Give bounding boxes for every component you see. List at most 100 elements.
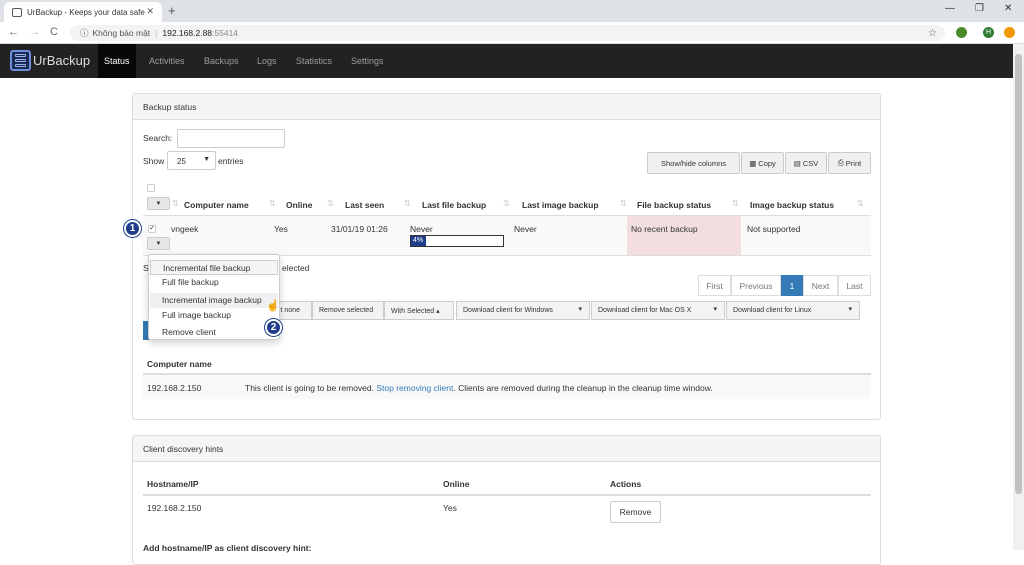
restore-icon[interactable]: ❐: [975, 3, 984, 14]
row-checkbox[interactable]: ✓: [148, 225, 156, 233]
row-actions-dropdown[interactable]: ▼: [147, 237, 170, 250]
print-button[interactable]: ⎙ Print: [828, 152, 871, 174]
copy-label: Copy: [758, 158, 776, 168]
col-computer-name[interactable]: Computer name: [184, 200, 249, 210]
search-input[interactable]: [177, 129, 285, 148]
sort-icon[interactable]: ⇅: [732, 199, 739, 208]
discovery-online: Yes: [443, 503, 457, 513]
show-hide-columns-button[interactable]: Show/hide columns: [647, 152, 740, 174]
download-windows-label: Download client for Windows: [463, 307, 553, 314]
url-field[interactable]: ⓘ Không bảo mật | 192.168.2.88 :55414 ☆: [70, 25, 945, 41]
pagination-last[interactable]: Last: [838, 275, 871, 296]
show-label: Show: [143, 156, 165, 166]
remove-hint-button[interactable]: Remove: [610, 501, 661, 523]
info-icon: ⓘ: [80, 28, 89, 38]
col-online[interactable]: Online: [286, 200, 312, 210]
download-macos-button[interactable]: Download client for Mac OS X ▾: [591, 301, 725, 320]
sort-icon[interactable]: ⇅: [327, 199, 334, 208]
col-last-seen[interactable]: Last seen: [345, 200, 384, 210]
select-all-checkbox[interactable]: [147, 184, 155, 192]
download-windows-button[interactable]: Download client for Windows ▾: [456, 301, 590, 320]
col-last-image-backup[interactable]: Last image backup: [522, 200, 599, 210]
copy-button[interactable]: ▦ Copy: [741, 152, 784, 174]
chevron-down-icon: ▼: [203, 156, 210, 163]
minimize-icon[interactable]: —: [945, 3, 955, 14]
header-actions-dropdown[interactable]: ▼: [147, 197, 170, 210]
menu-incremental-file-backup[interactable]: Incremental file backup: [150, 260, 278, 275]
profile-avatar[interactable]: H: [983, 27, 994, 38]
scrollbar-thumb[interactable]: [1015, 54, 1022, 494]
extension-icon[interactable]: [956, 27, 967, 38]
csv-button[interactable]: ▤ CSV: [785, 152, 827, 174]
sort-icon[interactable]: ⇅: [404, 199, 411, 208]
row-last-image-backup: Never: [514, 224, 537, 234]
bookmark-star-icon[interactable]: ☆: [928, 28, 937, 39]
row-last-seen: 31/01/19 01:26: [331, 224, 388, 234]
sort-icon[interactable]: ⇅: [620, 199, 627, 208]
table-row: [143, 216, 871, 255]
download-linux-label: Download client for Linux: [733, 307, 812, 314]
copy-icon: ▦: [749, 158, 757, 168]
remove-selected-button[interactable]: Remove selected: [312, 301, 384, 320]
csv-label: CSV: [802, 158, 819, 168]
caret-down-icon: ▾: [713, 306, 717, 313]
nav-settings[interactable]: Settings: [345, 44, 390, 78]
back-icon[interactable]: ←: [8, 26, 19, 38]
progress-fill: 4%: [411, 236, 426, 246]
col-file-backup-status[interactable]: File backup status: [637, 200, 711, 210]
browser-tabbar: UrBackup - Keeps your data safe ✕ + — ❐ …: [0, 0, 1024, 22]
nav-status[interactable]: Status: [98, 44, 136, 78]
reload-icon[interactable]: C: [50, 26, 58, 38]
print-label: Print: [845, 158, 862, 168]
download-linux-button[interactable]: Download client for Linux ▾: [726, 301, 860, 320]
sort-icon[interactable]: ⇅: [857, 199, 864, 208]
sort-icon[interactable]: ⇅: [269, 199, 276, 208]
nav-activities[interactable]: Activities: [143, 44, 191, 78]
caret-down-icon: ▼: [155, 240, 162, 247]
pagination-first[interactable]: First: [698, 275, 731, 296]
entries-select[interactable]: 25 ▼: [167, 151, 216, 170]
new-tab-icon[interactable]: +: [168, 3, 176, 18]
browser-tab[interactable]: UrBackup - Keeps your data safe ✕: [4, 2, 162, 22]
close-window-icon[interactable]: ✕: [1004, 3, 1012, 14]
nav-backups[interactable]: Backups: [198, 44, 245, 78]
status-cell-danger: [627, 216, 741, 255]
menu-full-file-backup[interactable]: Full file backup: [162, 277, 219, 287]
nav-statistics[interactable]: Statistics: [290, 44, 338, 78]
pagination-previous[interactable]: Previous: [731, 275, 781, 296]
stop-removing-client-link[interactable]: Stop removing client: [376, 383, 453, 393]
search-label: Search:: [143, 133, 173, 143]
row-file-status: No recent backup: [631, 224, 698, 234]
sort-icon[interactable]: ⇅: [172, 199, 179, 208]
print-icon: ⎙: [837, 158, 844, 167]
step-marker-2: 2: [265, 319, 282, 336]
selected-info-suffix: elected: [282, 263, 310, 273]
nav-logs[interactable]: Logs: [251, 44, 283, 78]
brand-name: UrBackup: [33, 53, 91, 68]
with-selected-button[interactable]: With Selected ▴: [384, 301, 454, 320]
menu-full-image-backup[interactable]: Full image backup: [162, 310, 231, 320]
page-scrollbar[interactable]: [1013, 44, 1024, 550]
menu-remove-client[interactable]: Remove client: [162, 327, 216, 337]
discovery-host: 192.168.2.150: [147, 503, 202, 513]
menu-incremental-image-backup[interactable]: Incremental image backup: [150, 293, 278, 308]
close-tab-icon[interactable]: ✕: [146, 6, 154, 17]
step-marker-1: 1: [124, 220, 141, 237]
update-alert-icon[interactable]: [1004, 27, 1015, 38]
col-last-file-backup[interactable]: Last file backup: [422, 200, 486, 210]
entries-label: entries: [218, 156, 244, 166]
tab-title: UrBackup - Keeps your data safe: [27, 7, 145, 17]
pagination-page-1[interactable]: 1: [781, 275, 803, 296]
pagination-next[interactable]: Next: [803, 275, 838, 296]
brand[interactable]: UrBackup: [10, 50, 90, 71]
sort-icon[interactable]: ⇅: [503, 199, 510, 208]
address-bar: ← → C ⓘ Không bảo mật | 192.168.2.88 :55…: [0, 22, 1024, 44]
removal-message: This client is going to be removed. Stop…: [245, 383, 713, 393]
entries-value: 25: [177, 157, 186, 166]
forward-icon[interactable]: →: [29, 26, 40, 38]
add-hint-label: Add hostname/IP as client discovery hint…: [143, 543, 312, 553]
page-icon: [12, 7, 22, 17]
col-image-backup-status[interactable]: Image backup status: [750, 200, 834, 210]
download-macos-label: Download client for Mac OS X: [598, 307, 692, 314]
url-port: :55414: [212, 28, 239, 38]
